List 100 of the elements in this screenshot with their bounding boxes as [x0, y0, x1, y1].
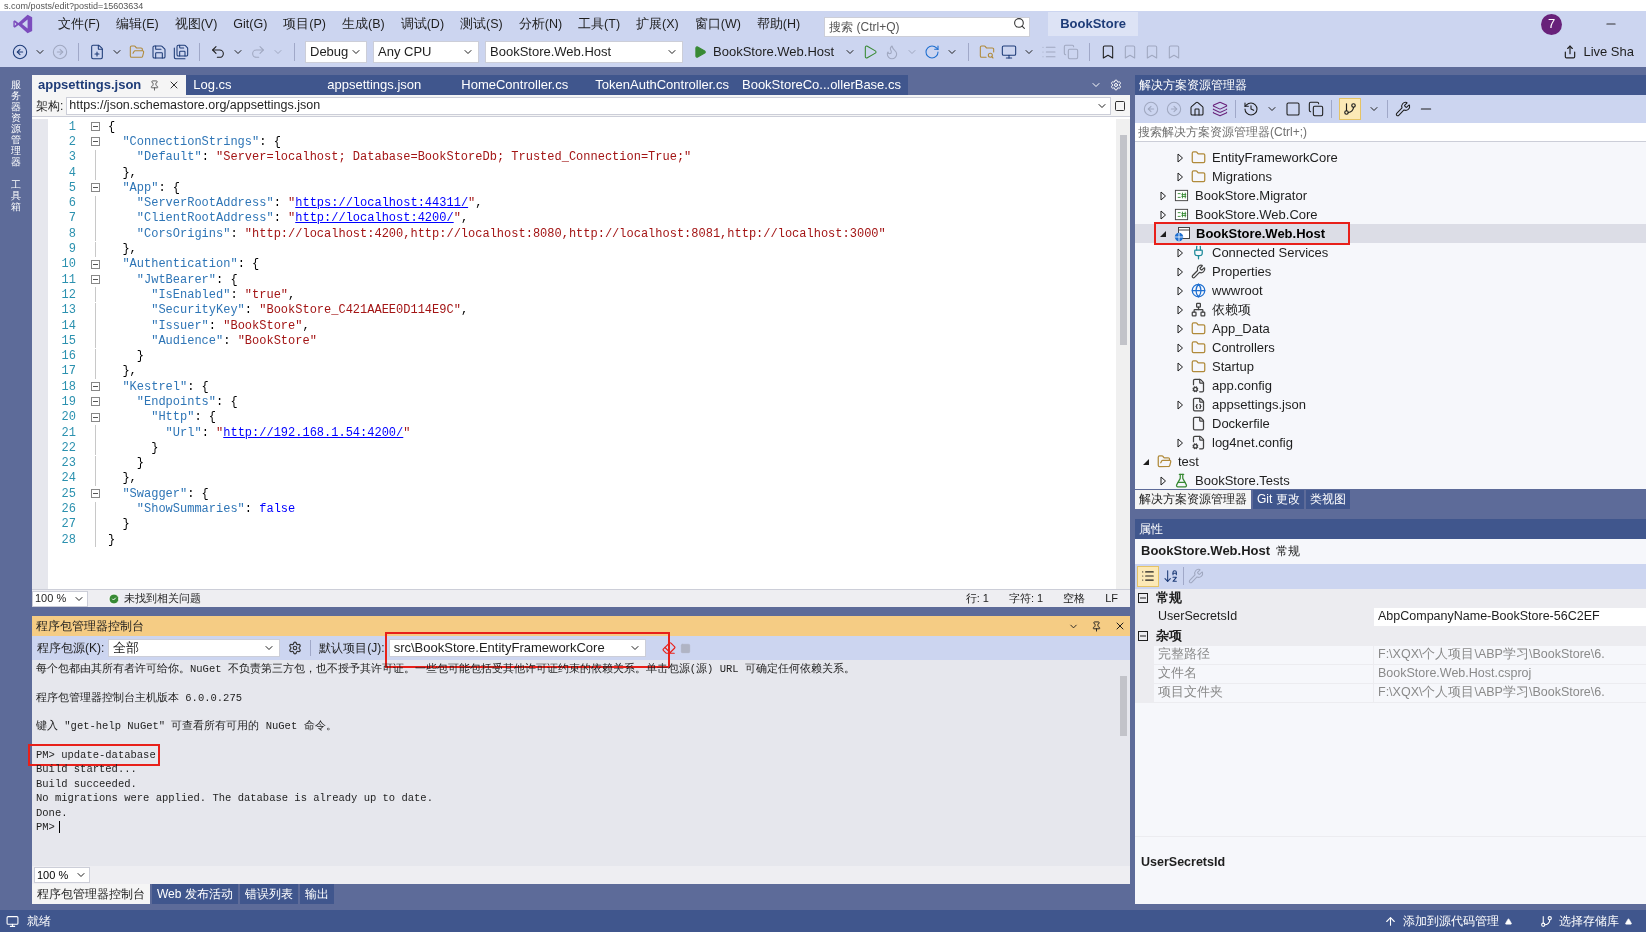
- platform-dropdown[interactable]: Any CPU: [373, 41, 479, 63]
- collapsed-arrow-icon[interactable]: [1175, 171, 1185, 182]
- code-link[interactable]: http://192.168.1.54:4200/: [223, 425, 404, 440]
- tree-item[interactable]: BookStore.Web.Host: [1135, 224, 1646, 243]
- tree-item[interactable]: Properties: [1135, 262, 1646, 281]
- menu-item[interactable]: 视图(V): [168, 14, 224, 34]
- collapse-icon[interactable]: [90, 275, 100, 285]
- output-window-icon[interactable]: [6, 914, 19, 928]
- panel-tab[interactable]: Git 更改: [1253, 489, 1304, 509]
- default-project-dropdown[interactable]: src\BookStore.EntityFrameworkCore: [388, 639, 646, 657]
- panel-tab[interactable]: 程序包管理器控制台: [32, 884, 150, 904]
- sync-button[interactable]: [1339, 98, 1361, 120]
- collapsed-arrow-icon[interactable]: [1175, 323, 1185, 334]
- collapsed-arrow-icon[interactable]: [1175, 437, 1185, 448]
- save-all-icon[interactable]: [173, 44, 189, 60]
- settings-icon[interactable]: [288, 641, 303, 655]
- collapsed-arrow-icon[interactable]: [1175, 266, 1185, 277]
- tree-item[interactable]: Startup: [1135, 357, 1646, 376]
- zoom-dropdown[interactable]: 100 %: [34, 867, 90, 883]
- scrollbar-thumb[interactable]: [1119, 676, 1127, 736]
- menu-item[interactable]: 项目(P): [277, 14, 332, 34]
- tree-item[interactable]: 依赖项: [1135, 300, 1646, 319]
- collapsed-arrow-icon[interactable]: [1175, 247, 1185, 258]
- collapsed-arrow-icon[interactable]: [1158, 209, 1168, 220]
- collapsed-arrow-icon[interactable]: [1158, 190, 1168, 201]
- collapsed-arrow-icon[interactable]: [1175, 342, 1185, 353]
- collapse-icon[interactable]: [90, 183, 100, 193]
- collapse-all-icon[interactable]: [1285, 101, 1301, 117]
- switch-views-icon[interactable]: [1212, 101, 1228, 117]
- document-tab[interactable]: Log.cs: [187, 75, 322, 95]
- menu-item[interactable]: 调试(D): [394, 14, 451, 34]
- wrench-icon[interactable]: [1395, 101, 1411, 117]
- clear-icon[interactable]: [661, 641, 676, 655]
- split-icon[interactable]: [1114, 99, 1126, 112]
- menu-item[interactable]: 编辑(E): [109, 14, 165, 34]
- panel-tab[interactable]: Web 发布活动: [152, 884, 238, 904]
- issues-status[interactable]: 未找到相关问题: [124, 590, 201, 607]
- tree-item[interactable]: Connected Services: [1135, 243, 1646, 262]
- save-icon[interactable]: [151, 44, 167, 60]
- tree-item[interactable]: BookStore.Tests: [1135, 471, 1646, 490]
- tree-item[interactable]: test: [1135, 452, 1646, 471]
- collapsed-arrow-icon[interactable]: [1175, 361, 1185, 372]
- document-tab[interactable]: HomeController.cs: [455, 75, 590, 95]
- menu-item[interactable]: Git(G): [227, 14, 274, 34]
- tree-item[interactable]: BookStore.Web.Core: [1135, 205, 1646, 224]
- tree-item[interactable]: appsettings.json: [1135, 395, 1646, 414]
- menu-item[interactable]: 分析(N): [512, 14, 569, 34]
- collapse-icon[interactable]: [1138, 631, 1148, 641]
- refresh-icon[interactable]: [924, 44, 941, 60]
- tree-item[interactable]: Dockerfile: [1135, 414, 1646, 433]
- menu-item[interactable]: 生成(B): [336, 14, 391, 34]
- tree-item[interactable]: Migrations: [1135, 167, 1646, 186]
- close-icon[interactable]: [1114, 620, 1126, 632]
- show-all-files-icon[interactable]: [1308, 101, 1324, 117]
- pending-changes-icon[interactable]: [1243, 101, 1259, 117]
- panel-tab[interactable]: 类视图: [1305, 489, 1350, 509]
- collapse-icon[interactable]: [1138, 593, 1148, 603]
- document-tab[interactable]: appsettings.json: [32, 75, 188, 95]
- menu-item[interactable]: 测试(S): [454, 14, 509, 34]
- search-field[interactable]: 搜索 (Ctrl+Q): [824, 17, 1031, 37]
- menu-item[interactable]: 工具(T): [572, 14, 627, 34]
- panel-tab[interactable]: 解决方案资源管理器: [1135, 489, 1251, 509]
- pin-icon[interactable]: [1091, 620, 1102, 632]
- collapsed-arrow-icon[interactable]: [1158, 475, 1168, 486]
- startup-project-dropdown[interactable]: BookStore.Web.Host: [485, 41, 683, 63]
- back-icon[interactable]: [12, 44, 28, 60]
- tree-item[interactable]: wwwroot: [1135, 281, 1646, 300]
- home-icon[interactable]: [1189, 101, 1205, 117]
- undo-icon[interactable]: [210, 44, 226, 60]
- menu-item[interactable]: 窗口(W): [688, 14, 747, 34]
- collapsed-arrow-icon[interactable]: [1175, 152, 1185, 163]
- live-share-button[interactable]: Live Sha: [1563, 42, 1634, 62]
- select-repository-button[interactable]: 选择存储库: [1540, 912, 1632, 930]
- document-tab[interactable]: BookStoreCo...ollerBase.cs: [736, 75, 908, 95]
- run-button[interactable]: BookStore.Web.Host: [689, 42, 839, 62]
- tree-item[interactable]: Controllers: [1135, 338, 1646, 357]
- collapse-icon[interactable]: [90, 259, 100, 269]
- document-tab[interactable]: appsettings.json: [321, 75, 456, 95]
- configuration-dropdown[interactable]: Debug: [305, 41, 367, 63]
- menu-item[interactable]: 帮助(H): [750, 14, 807, 34]
- new-project-icon[interactable]: [89, 44, 105, 60]
- tree-item[interactable]: log4net.config: [1135, 433, 1646, 452]
- code-link[interactable]: https://localhost:44311/: [295, 196, 469, 211]
- package-source-dropdown[interactable]: 全部: [108, 639, 281, 657]
- side-tool-tab[interactable]: 工具箱: [11, 179, 21, 212]
- menu-item[interactable]: 文件(F): [52, 14, 106, 34]
- menu-item[interactable]: 扩展(X): [630, 14, 685, 34]
- code-link[interactable]: http://localhost:4200/: [295, 211, 454, 226]
- categorized-button[interactable]: [1137, 565, 1159, 587]
- collapse-icon[interactable]: [90, 122, 100, 132]
- indent-status[interactable]: 空格: [1063, 590, 1086, 607]
- collapse-icon[interactable]: [90, 489, 100, 499]
- collapse-icon[interactable]: [90, 397, 100, 407]
- window-layout-icon[interactable]: [1001, 44, 1018, 60]
- alphabetical-icon[interactable]: [1163, 568, 1179, 584]
- add-to-source-control-button[interactable]: 添加到源代码管理: [1384, 912, 1512, 930]
- document-tab[interactable]: TokenAuthController.cs: [589, 75, 736, 95]
- panel-tab[interactable]: 错误列表: [239, 884, 298, 904]
- schema-field[interactable]: https://json.schemastore.org/appsettings.json: [66, 96, 1111, 115]
- panel-tab[interactable]: 输出: [299, 884, 334, 904]
